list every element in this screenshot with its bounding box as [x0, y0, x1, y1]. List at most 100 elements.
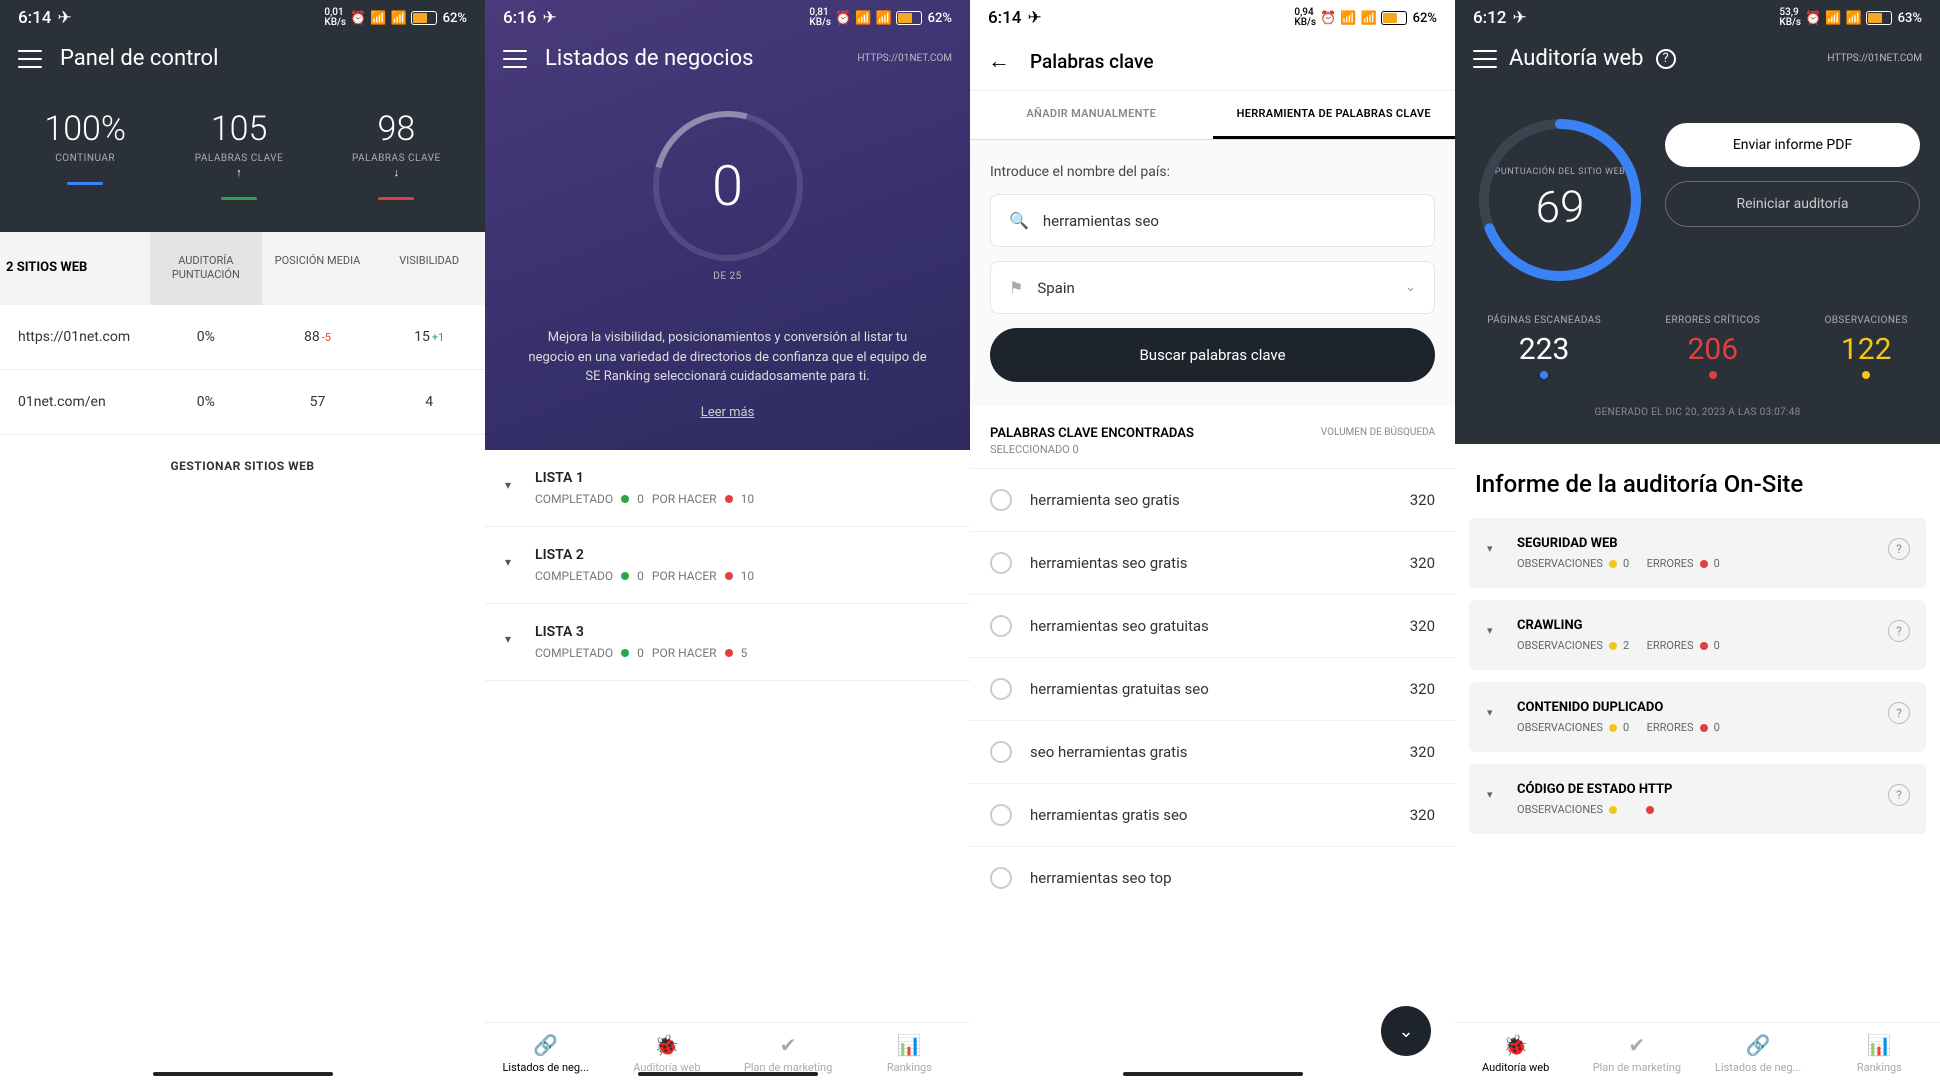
- radio-icon[interactable]: [990, 741, 1012, 763]
- wifi-icon: 📶: [1845, 11, 1861, 26]
- stat-errors[interactable]: ERRORES CRÍTICOS 206: [1665, 315, 1760, 379]
- keyword-row[interactable]: seo herramientas gratis 320: [970, 720, 1455, 783]
- dot-red-icon: [725, 649, 733, 657]
- nav-marketing[interactable]: ✔Plan de marketing: [728, 1033, 849, 1074]
- link-icon: 🔗: [1698, 1033, 1819, 1057]
- nav-marketing[interactable]: ✔Plan de marketing: [1576, 1033, 1697, 1074]
- menu-button[interactable]: [1473, 50, 1497, 68]
- help-icon[interactable]: ?: [1656, 49, 1676, 69]
- keyword-row[interactable]: herramienta seo gratis 320: [970, 468, 1455, 531]
- keyword-row[interactable]: herramientas gratis seo 320: [970, 783, 1455, 846]
- signal-icon: 📶: [1825, 11, 1841, 26]
- menu-button[interactable]: [18, 50, 42, 68]
- keyword-volume: 320: [1410, 680, 1435, 698]
- radio-icon[interactable]: [990, 804, 1012, 826]
- radio-icon[interactable]: [990, 615, 1012, 637]
- dot-yellow-icon: [1609, 560, 1617, 568]
- metric-keywords-up[interactable]: 105 PALABRAS CLAVE ↑: [195, 109, 284, 200]
- battery-percent: 62%: [443, 11, 467, 26]
- nav-audit[interactable]: 🐞Auditoría web: [606, 1033, 727, 1074]
- audit-card[interactable]: CONTENIDO DUPLICADO OBSERVACIONES 0 ERRO…: [1469, 682, 1926, 752]
- radio-icon[interactable]: [990, 867, 1012, 889]
- telegram-icon: ✈: [1027, 8, 1041, 28]
- audit-card[interactable]: CÓDIGO DE ESTADO HTTP OBSERVACIONES: [1469, 764, 1926, 834]
- nav-audit[interactable]: 🐞Auditoría web: [1455, 1033, 1576, 1074]
- menu-button[interactable]: [503, 50, 527, 68]
- generated-date: GENERADO EL DIC 20, 2023 A LAS 03:07:48: [1455, 407, 1940, 444]
- nav-rankings[interactable]: 📊Rankings: [849, 1033, 970, 1074]
- tab-manual[interactable]: AÑADIR MANUALMENTE: [970, 91, 1213, 139]
- list-item[interactable]: LISTA 1 COMPLETADO0 POR HACER10: [485, 450, 970, 527]
- table-row[interactable]: 01net.com/en 0% 57 4: [0, 370, 485, 435]
- nav-rankings[interactable]: 📊Rankings: [1819, 1033, 1940, 1074]
- stat-observations[interactable]: OBSERVACIONES 122: [1824, 315, 1907, 379]
- restart-audit-button[interactable]: Reiniciar auditoría: [1665, 181, 1920, 227]
- scroll-down-button[interactable]: ⌄: [1381, 1006, 1431, 1056]
- chevron-down-icon: ⌄: [1398, 1021, 1413, 1042]
- link-icon: 🔗: [485, 1033, 606, 1057]
- found-title: PALABRAS CLAVE ENCONTRADAS: [990, 426, 1194, 441]
- dot-red-icon: [1700, 724, 1708, 732]
- keyword-text: herramienta seo gratis: [1030, 491, 1410, 509]
- radio-icon[interactable]: [990, 489, 1012, 511]
- status-time: 6:14: [18, 8, 51, 28]
- alarm-off-icon: ⏰: [350, 11, 366, 26]
- dot-red-icon: [1709, 371, 1717, 379]
- keyword-volume: 320: [1410, 617, 1435, 635]
- keyword-row[interactable]: herramientas seo gratis 320: [970, 531, 1455, 594]
- nav-listings[interactable]: 🔗Listados de neg...: [485, 1033, 606, 1074]
- chart-icon: 📊: [1819, 1033, 1940, 1057]
- battery-percent: 63%: [1898, 11, 1922, 26]
- battery-icon: [1381, 11, 1409, 25]
- country-select[interactable]: ⚑ Spain ⌄: [990, 261, 1435, 314]
- keyword-text: herramientas gratis seo: [1030, 806, 1410, 824]
- status-time: 6:12: [1473, 8, 1506, 28]
- radio-icon[interactable]: [990, 678, 1012, 700]
- col-position[interactable]: POSICIÓN MEDIA: [262, 232, 374, 305]
- dot-red-icon: [725, 495, 733, 503]
- audit-card[interactable]: CRAWLING OBSERVACIONES 2 ERRORES 0: [1469, 600, 1926, 670]
- volume-header: VOLUMEN DE BÚSQUEDA: [1321, 426, 1435, 456]
- status-bar: 6:14 ✈ 0,94KB/s ⏰ 📶 📶 62%: [970, 0, 1455, 32]
- search-keywords-button[interactable]: Buscar palabras clave: [990, 328, 1435, 382]
- col-visibility[interactable]: VISIBILIDAD: [373, 232, 485, 305]
- search-icon: 🔍: [1009, 211, 1029, 230]
- col-audit[interactable]: AUDITORÍA PUNTUACIÓN: [150, 232, 262, 305]
- keyword-text: seo herramientas gratis: [1030, 743, 1410, 761]
- send-pdf-button[interactable]: Enviar informe PDF: [1665, 123, 1920, 167]
- table-row[interactable]: https://01net.com 0% 88-5 15+1: [0, 305, 485, 370]
- keyword-text: herramientas seo gratis: [1030, 554, 1410, 572]
- metric-continue[interactable]: 100% CONTINUAR: [44, 109, 126, 200]
- manage-sites-button[interactable]: GESTIONAR SITIOS WEB: [0, 435, 485, 497]
- alarm-off-icon: ⏰: [835, 11, 851, 26]
- list-item[interactable]: LISTA 2 COMPLETADO0 POR HACER10: [485, 527, 970, 604]
- keyword-row[interactable]: herramientas gratuitas seo 320: [970, 657, 1455, 720]
- page-title: Listados de negocios: [545, 46, 839, 71]
- home-indicator[interactable]: [638, 1072, 818, 1076]
- score-ring: PUNTUACIÓN DEL SITIO WEB 69: [1475, 115, 1645, 285]
- radio-icon[interactable]: [990, 552, 1012, 574]
- home-indicator[interactable]: [153, 1072, 333, 1076]
- keyword-row[interactable]: herramientas seo top: [970, 846, 1455, 909]
- screen-business-listings: 6:16 ✈ 0,81KB/s ⏰ 📶 📶 62% Listados de ne…: [485, 0, 970, 1080]
- nav-listings[interactable]: 🔗Listados de neg...: [1698, 1033, 1819, 1074]
- site-url: HTTPS://01NET.COM: [1827, 53, 1922, 64]
- signal-icon: 📶: [1340, 11, 1356, 26]
- metric-keywords-down[interactable]: 98 PALABRAS CLAVE ↓: [352, 109, 441, 200]
- search-input[interactable]: 🔍 herramientas seo: [990, 194, 1435, 247]
- check-icon: ✔: [1576, 1033, 1697, 1057]
- metrics-row: 100% CONTINUAR 105 PALABRAS CLAVE ↑ 98 P…: [0, 81, 485, 232]
- audit-card[interactable]: SEGURIDAD WEB OBSERVACIONES 0 ERRORES 0: [1469, 518, 1926, 588]
- keyword-row[interactable]: herramientas seo gratuitas 320: [970, 594, 1455, 657]
- stat-pages[interactable]: PÁGINAS ESCANEADAS 223: [1487, 315, 1601, 379]
- home-indicator[interactable]: [1123, 1072, 1303, 1076]
- back-button[interactable]: ←: [988, 48, 1010, 74]
- list-item[interactable]: LISTA 3 COMPLETADO0 POR HACER5: [485, 604, 970, 681]
- read-more-link[interactable]: Leer más: [485, 405, 970, 450]
- dot-yellow-icon: [1609, 806, 1617, 814]
- telegram-icon: ✈: [1512, 8, 1526, 28]
- check-icon: ✔: [728, 1033, 849, 1057]
- status-bar: 6:14 ✈ 0,01KB/s ⏰ 📶 📶 62%: [0, 0, 485, 32]
- battery-percent: 62%: [928, 11, 952, 26]
- tab-keyword-tool[interactable]: HERRAMIENTA DE PALABRAS CLAVE: [1213, 91, 1456, 139]
